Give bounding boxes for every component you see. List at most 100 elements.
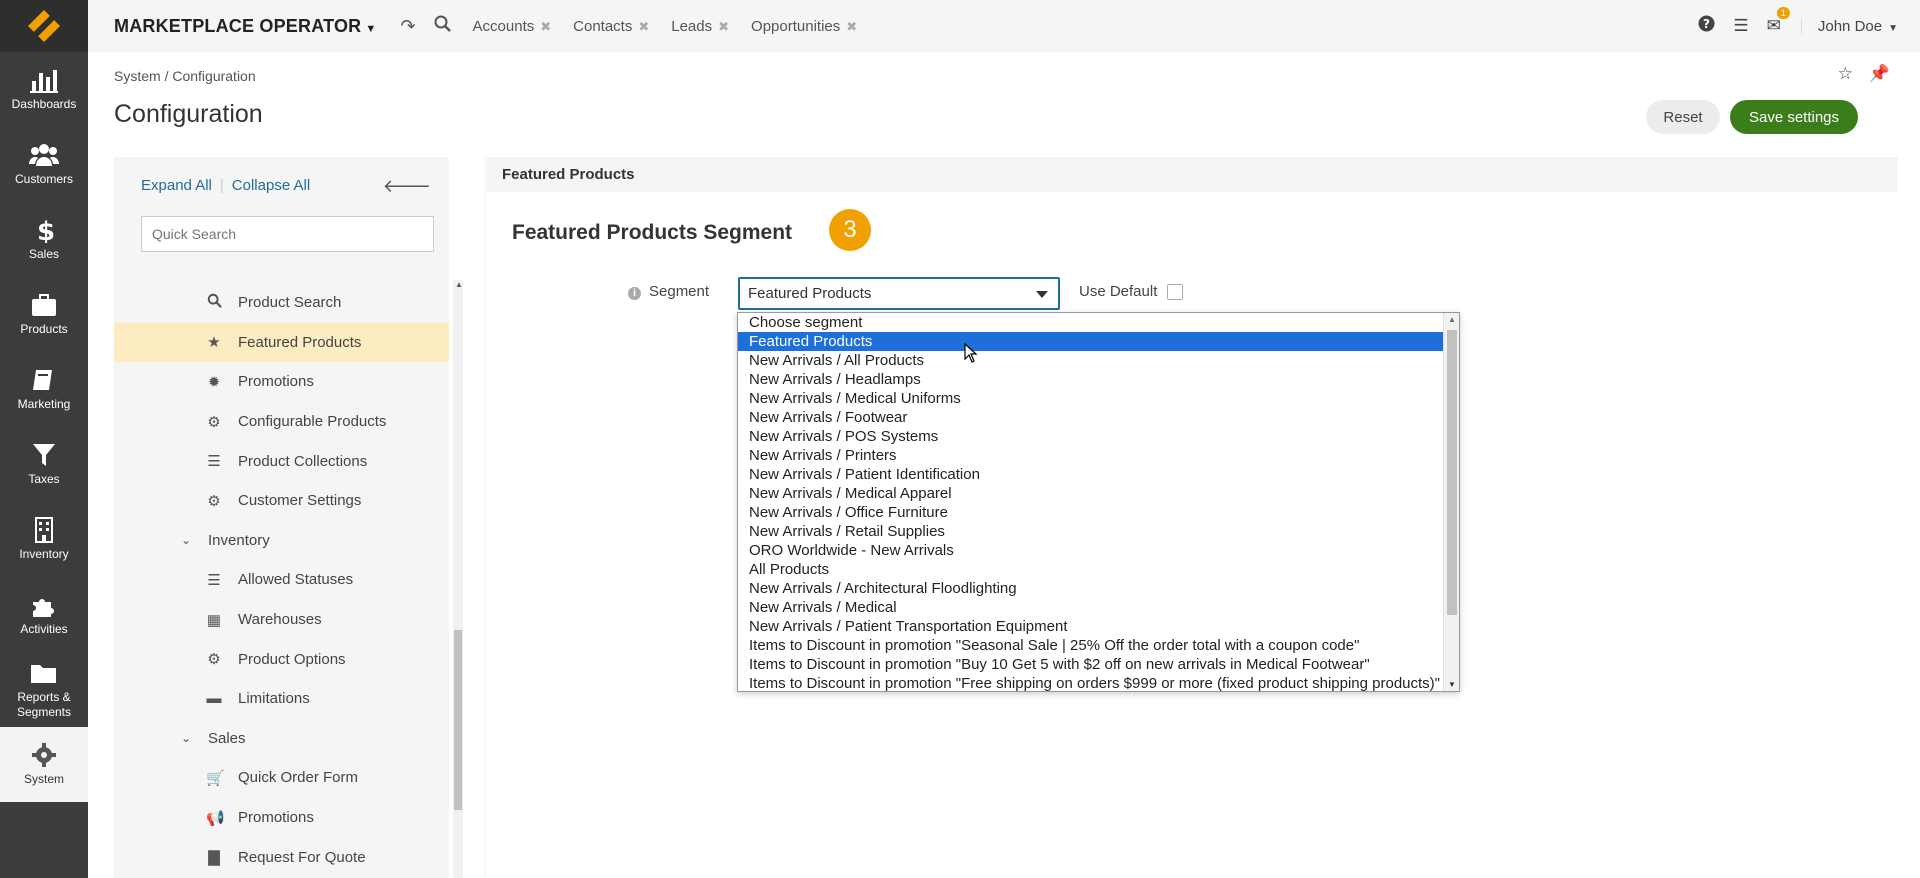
quick-search-input[interactable] — [141, 216, 434, 252]
segment-option[interactable]: Items to Discount in promotion "Buy 10 G… — [738, 655, 1443, 674]
organization-switcher[interactable]: MARKETPLACE OPERATOR ▼ — [114, 16, 376, 37]
scrollbar-thumb[interactable] — [1447, 330, 1457, 615]
tree-item-label: Promotions — [238, 373, 314, 391]
close-icon[interactable]: ✖ — [846, 19, 857, 34]
segment-option[interactable]: New Arrivals / Medical Apparel — [738, 484, 1443, 503]
segment-select[interactable]: Featured Products — [738, 277, 1060, 310]
close-icon[interactable]: ✖ — [638, 19, 649, 34]
pin-icon[interactable]: 📌 — [1869, 64, 1890, 84]
history-icon[interactable]: ↷ — [400, 16, 415, 37]
nav-inventory[interactable]: Inventory — [0, 502, 88, 577]
star-outline-icon[interactable]: ☆ — [1838, 64, 1853, 84]
info-icon[interactable]: i — [628, 287, 641, 300]
close-icon[interactable]: ✖ — [718, 19, 729, 34]
nav-label: Marketing — [17, 397, 71, 411]
envelope-icon[interactable]: ✉ 1 — [1767, 7, 1790, 36]
menu-icon[interactable]: ☰ — [1733, 16, 1748, 36]
tree-item-quick-order-form[interactable]: 🛒 Quick Order Form — [114, 758, 449, 798]
segment-option[interactable]: New Arrivals / Patient Identification — [738, 465, 1443, 484]
tree-item-featured-products[interactable]: ★ Featured Products — [114, 322, 449, 363]
nav-dashboards[interactable]: Dashboards — [0, 52, 88, 127]
pinned-contacts[interactable]: Contacts ✖ — [573, 18, 649, 35]
pinned-opportunities[interactable]: Opportunities ✖ — [751, 18, 857, 35]
segment-option[interactable]: New Arrivals / Patient Transportation Eq… — [738, 617, 1443, 636]
nav-customers[interactable]: Customers — [0, 127, 88, 202]
segment-option[interactable]: Featured Products — [738, 332, 1443, 351]
tree-item-configurable-products[interactable]: ⚙ Configurable Products — [114, 402, 449, 442]
segment-option[interactable]: New Arrivals / Office Furniture — [738, 503, 1443, 522]
tree-item-limitations[interactable]: ▬ Limitations — [114, 679, 449, 719]
segment-option[interactable]: Items to Discount in promotion "Seasonal… — [738, 636, 1443, 655]
svg-text:$: $ — [37, 217, 55, 243]
tree-item-product-options[interactable]: ⚙ Product Options — [114, 639, 449, 679]
list-icon: ☰ — [207, 453, 221, 471]
tree-item-label: Warehouses — [238, 611, 322, 629]
gear-icon — [32, 743, 56, 767]
svg-text:?: ? — [1703, 17, 1710, 31]
app-logo[interactable] — [0, 0, 88, 52]
nav-taxes[interactable]: Taxes — [0, 427, 88, 502]
help-icon[interactable]: ? — [1698, 15, 1715, 37]
tree-item-label: Product Options — [238, 650, 346, 668]
segment-option[interactable]: New Arrivals / Headlamps — [738, 370, 1443, 389]
search-icon[interactable] — [434, 15, 451, 37]
collapse-sidebar-icon[interactable]: 🡐 — [383, 176, 431, 197]
tree-item-request-for-quote[interactable]: ▇ Request For Quote — [114, 837, 449, 877]
collapse-all-link[interactable]: Collapse All — [232, 177, 310, 194]
tree-item-promotions[interactable]: ✹ Promotions — [114, 362, 449, 402]
expand-all-link[interactable]: Expand All — [141, 177, 212, 194]
nav-system[interactable]: System — [0, 727, 88, 802]
pinned-label: Accounts — [472, 17, 535, 35]
nav-sales[interactable]: $ Sales — [0, 202, 88, 277]
tree-item-label: Configurable Products — [238, 413, 387, 431]
segment-option[interactable]: New Arrivals / Retail Supplies — [738, 522, 1443, 541]
segment-select-value: Featured Products — [748, 285, 872, 302]
tree-group-inventory[interactable]: ⌄ Inventory — [114, 521, 449, 561]
pinned-leads[interactable]: Leads ✖ — [671, 18, 729, 35]
tree-item-allowed-statuses[interactable]: ☰ Allowed Statuses — [114, 560, 449, 600]
segment-option[interactable]: New Arrivals / All Products — [738, 351, 1443, 370]
tree-item-product-search[interactable]: Product Search — [114, 283, 449, 323]
use-default-checkbox[interactable] — [1167, 283, 1184, 300]
segment-options: Choose segment Featured Products New Arriv… — [738, 313, 1443, 693]
segment-option[interactable]: New Arrivals / Medical Uniforms — [738, 389, 1443, 408]
segment-option[interactable]: Items to Discount in promotion "Free shi… — [738, 674, 1443, 693]
segment-option[interactable]: All Products — [738, 560, 1443, 579]
tree-item-sales-promotions[interactable]: 📢 Promotions — [114, 798, 449, 838]
nav-activities[interactable]: Activities — [0, 577, 88, 652]
segment-option[interactable]: New Arrivals / Medical — [738, 598, 1443, 617]
sidebar-scrollbar[interactable]: ▲ — [453, 280, 463, 878]
nav-products[interactable]: Products — [0, 277, 88, 352]
logo-icon — [28, 10, 60, 42]
pinned-accounts[interactable]: Accounts ✖ — [473, 18, 552, 35]
scroll-up-icon[interactable]: ▲ — [1448, 315, 1456, 324]
use-default-label: Use Default — [1079, 283, 1158, 300]
page-title: Configuration — [114, 100, 263, 128]
segment-option[interactable]: Choose segment — [738, 313, 1443, 332]
scroll-down-icon[interactable]: ▼ — [1448, 680, 1456, 689]
segment-option[interactable]: New Arrivals / Printers — [738, 446, 1443, 465]
tree-item-warehouses[interactable]: ▦ Warehouses — [114, 600, 449, 640]
save-settings-button[interactable]: Save settings — [1730, 100, 1858, 134]
scroll-up-icon[interactable]: ▲ — [455, 280, 463, 289]
segment-option[interactable]: New Arrivals / POS Systems — [738, 427, 1443, 446]
dropdown-scrollbar[interactable]: ▲ ▼ — [1443, 313, 1459, 691]
bullhorn-icon: 📢 — [206, 809, 225, 827]
segment-option[interactable]: New Arrivals / Architectural Floodlighti… — [738, 579, 1443, 598]
reset-button[interactable]: Reset — [1646, 100, 1720, 134]
nav-label: Activities — [20, 622, 68, 636]
scrollbar-thumb[interactable] — [454, 630, 462, 810]
tree-item-customer-settings[interactable]: ⚙ Customer Settings — [114, 481, 449, 521]
nav-reports-segments[interactable]: Reports & Segments — [0, 652, 88, 727]
tree-group-sales[interactable]: ⌄ Sales — [114, 719, 449, 759]
close-icon[interactable]: ✖ — [540, 19, 551, 34]
segment-option[interactable]: ORO Worldwide - New Arrivals — [738, 541, 1443, 560]
user-menu[interactable]: John Doe ▼ — [1800, 17, 1898, 35]
segment-option[interactable]: New Arrivals / Footwear — [738, 408, 1443, 427]
tree-item-label: Product Search — [238, 294, 342, 312]
list-icon: ☰ — [207, 571, 221, 589]
chevron-down-icon: ⌄ — [180, 731, 192, 746]
tree-item-product-collections[interactable]: ☰ Product Collections — [114, 441, 449, 481]
tree-item-label: Sales — [208, 729, 246, 747]
nav-marketing[interactable]: Marketing — [0, 352, 88, 427]
